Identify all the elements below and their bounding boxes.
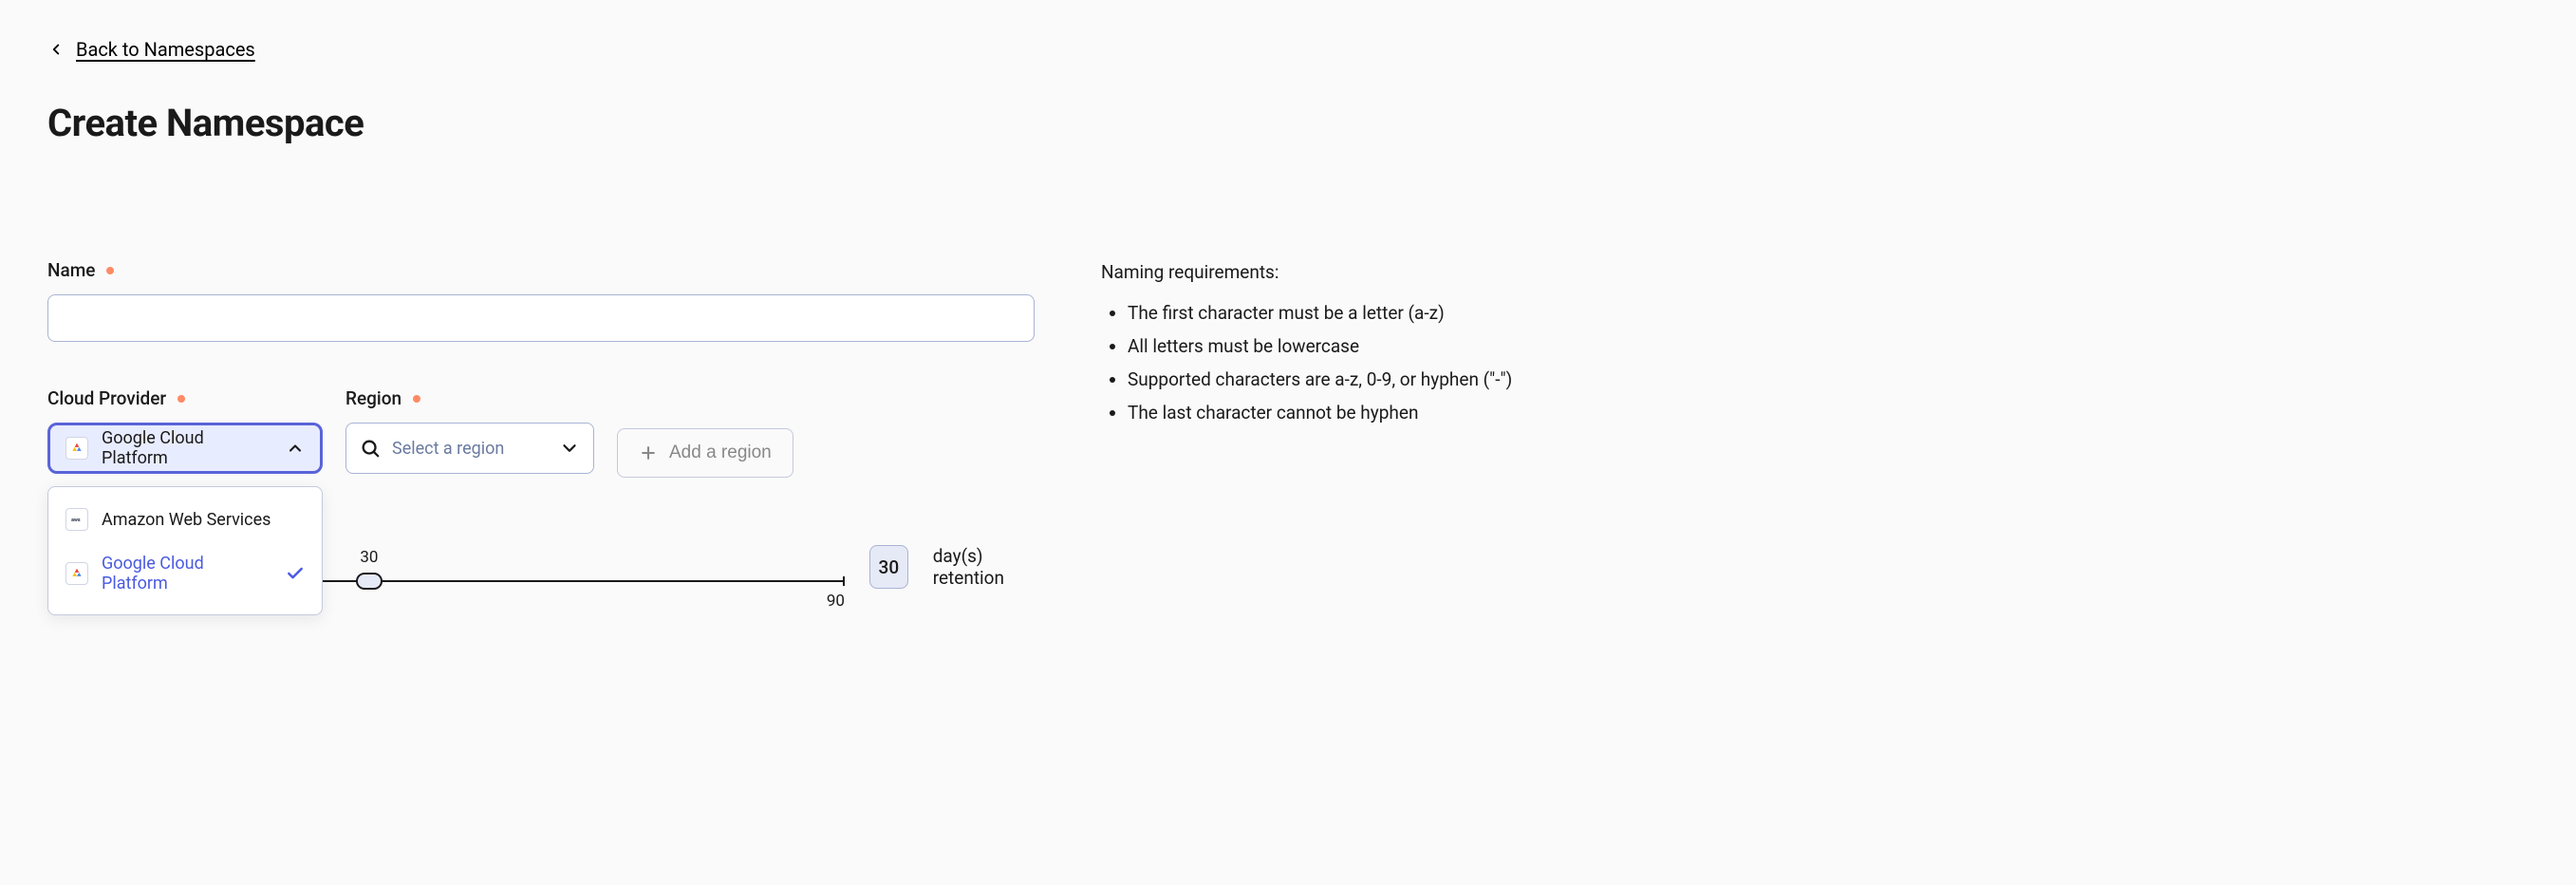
plus-icon (639, 443, 658, 462)
required-indicator (177, 395, 185, 403)
slider-thumb-label: 30 (360, 548, 378, 567)
chevron-left-icon (47, 41, 65, 58)
check-icon (286, 564, 305, 583)
provider-option-label: Google Cloud Platform (102, 554, 272, 593)
provider-selected-label: Google Cloud Platform (102, 428, 272, 468)
provider-region-row: Cloud Provider Google Cloud Platform (47, 387, 1035, 478)
slider-max-label: 90 (827, 592, 845, 611)
search-icon (360, 438, 381, 459)
naming-req-title: Naming requirements: (1101, 261, 2529, 283)
provider-label: Cloud Provider (47, 387, 166, 409)
provider-option-label: Amazon Web Services (102, 510, 305, 530)
required-indicator (413, 395, 420, 403)
create-namespace-page: Back to Namespaces Create Namespace Name… (0, 0, 2576, 885)
naming-req-item: The last character cannot be hyphen (1128, 396, 2529, 429)
provider-option-aws[interactable]: aws Amazon Web Services (48, 497, 322, 542)
back-link[interactable]: Back to Namespaces (47, 38, 255, 61)
retention-unit-label: day(s) retention (933, 545, 1035, 589)
aws-icon: aws (65, 508, 88, 531)
back-link-label: Back to Namespaces (76, 38, 255, 61)
svg-text:aws: aws (71, 518, 81, 523)
region-field: Region Select a region (345, 387, 594, 474)
required-indicator (106, 267, 114, 274)
chevron-down-icon (559, 438, 580, 459)
provider-option-gcp[interactable]: Google Cloud Platform (48, 542, 322, 605)
name-input[interactable] (47, 294, 1035, 342)
gcp-icon (65, 562, 88, 585)
add-region-label: Add a region (669, 442, 772, 463)
naming-requirements: Naming requirements: The first character… (1101, 259, 2529, 430)
naming-req-list: The first character must be a letter (a-… (1101, 296, 2529, 430)
add-region-button[interactable]: Add a region (617, 428, 793, 478)
name-field: Name (47, 259, 1035, 342)
add-region-col: Add a region (617, 387, 793, 478)
chevron-up-icon (286, 439, 305, 458)
region-placeholder: Select a region (392, 439, 548, 459)
page-title: Create Namespace (47, 101, 2529, 145)
naming-req-item: Supported characters are a-z, 0-9, or hy… (1128, 363, 2529, 396)
slider-thumb[interactable] (356, 573, 383, 590)
region-select[interactable]: Select a region (345, 423, 594, 474)
retention-value-box[interactable]: 30 (869, 545, 908, 589)
form-left: Name Cloud Provider Google Cloud Pla (47, 259, 1035, 595)
name-label: Name (47, 259, 95, 281)
gcp-icon (65, 437, 88, 460)
form-area: Name Cloud Provider Google Cloud Pla (47, 259, 2529, 595)
naming-req-item: All letters must be lowercase (1128, 330, 2529, 363)
provider-select[interactable]: Google Cloud Platform (47, 423, 323, 474)
provider-dropdown: aws Amazon Web Services Google Cloud Pla… (47, 486, 323, 615)
provider-field: Cloud Provider Google Cloud Platform (47, 387, 323, 474)
region-label: Region (345, 387, 401, 409)
naming-req-item: The first character must be a letter (a-… (1128, 296, 2529, 330)
